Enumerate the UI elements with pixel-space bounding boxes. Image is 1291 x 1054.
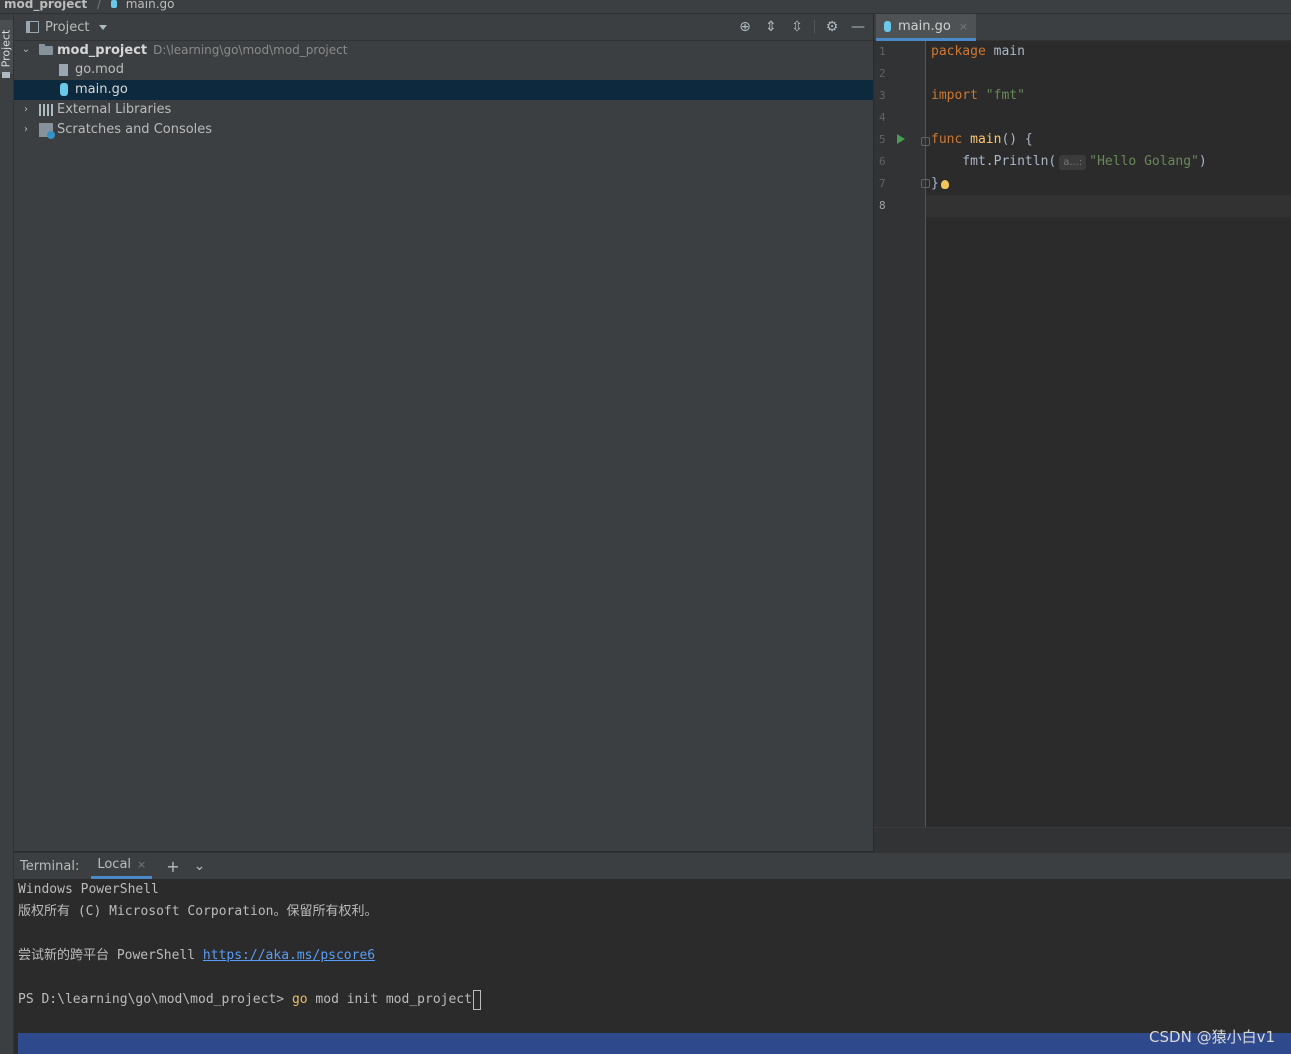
terminal-line: Windows PowerShell (18, 882, 159, 897)
lightbulb-icon[interactable] (941, 180, 949, 189)
line-number: 3 (879, 89, 886, 102)
breadcrumb-separator: / (97, 0, 102, 11)
tree-item-scratches[interactable]: › Scratches and Consoles (14, 120, 873, 140)
collapse-all-icon[interactable]: ⇳ (788, 18, 806, 36)
line-number: 5 (879, 133, 886, 146)
editor-footer (874, 827, 1291, 852)
parameter-hint: a...: (1059, 155, 1087, 170)
tree-item-mod-project[interactable]: ⌄ mod_project D:\learning\go\mod\mod_proj… (14, 40, 873, 60)
terminal-cursor (472, 989, 481, 1010)
terminal-title: Terminal: (20, 858, 80, 874)
expand-all-icon[interactable]: ⇕ (762, 18, 780, 36)
left-tool-strip: Project (0, 14, 14, 1054)
project-panel-title: Project (45, 19, 90, 35)
terminal-line: 尝试新的跨平台 PowerShell https://aka.ms/pscore… (18, 948, 376, 963)
folder-icon (39, 44, 53, 55)
code-line-7: } (931, 176, 939, 191)
tree-item-label: Scratches and Consoles (57, 122, 213, 137)
line-number: 2 (879, 67, 886, 80)
line-number: 4 (879, 111, 886, 124)
project-panel-header: Project ⊕ ⇕ ⇳ ⚙ — (14, 14, 873, 41)
tree-item-go-mod[interactable]: go.mod (14, 60, 873, 80)
code-line-6: fmt.Println(a...: "Hello Golang") (931, 154, 1207, 170)
editor-gutter: 1 2 3 4 5 6 7 8 (874, 41, 930, 827)
code-editor[interactable]: 1 2 3 4 5 6 7 8 package main import "fmt… (874, 41, 1291, 827)
editor-tab-label: main.go (898, 18, 951, 34)
terminal-tab-label: Local (97, 857, 132, 872)
project-panel: Project ⊕ ⇕ ⇳ ⚙ — ⌄ mod_project D:\learni… (14, 14, 873, 851)
go-file-icon (884, 20, 891, 32)
fold-icon[interactable] (921, 137, 930, 146)
add-icon[interactable]: + (166, 857, 179, 876)
line-number: 1 (879, 45, 886, 58)
current-line-highlight (926, 195, 1291, 217)
chevron-right-icon[interactable]: › (20, 120, 32, 140)
line-number: 6 (879, 155, 886, 168)
library-icon (39, 104, 54, 116)
close-icon[interactable]: × (959, 20, 968, 33)
chevron-down-icon[interactable]: ⌄ (194, 858, 206, 874)
scratches-icon (39, 123, 55, 139)
terminal-output[interactable]: Windows PowerShell 版权所有 (C) Microsoft Co… (14, 879, 1291, 1054)
go-file-icon (110, 0, 117, 8)
toolbar-divider (814, 20, 815, 34)
tree-item-label: External Libraries (57, 102, 172, 117)
terminal-line: 版权所有 (C) Microsoft Corporation。保留所有权利。 (18, 904, 378, 919)
terminal-prompt-line: PS D:\learning\go\mod\mod_project> go mo… (18, 989, 481, 1011)
chevron-down-icon (99, 24, 108, 30)
editor-tab-main-go[interactable]: main.go × (876, 14, 977, 41)
tree-item-external-libraries[interactable]: › External Libraries (14, 100, 873, 120)
close-icon[interactable]: × (137, 858, 146, 871)
tree-item-label: go.mod (75, 62, 124, 77)
root-folder-name: mod_project (57, 43, 148, 58)
terminal-tab-local[interactable]: Local × (91, 853, 153, 879)
pscore-link[interactable]: https://aka.ms/pscore6 (203, 948, 375, 963)
locate-icon[interactable]: ⊕ (736, 18, 754, 36)
terminal-header: Terminal: Local × + ⌄ (14, 852, 1291, 880)
tree-item-main-go[interactable]: main.go (14, 80, 873, 100)
code-line-1: package main (931, 44, 1025, 59)
run-icon[interactable] (897, 134, 905, 144)
folder-icon (2, 72, 10, 78)
project-tool-tab[interactable]: Project (0, 20, 13, 78)
chevron-down-icon[interactable]: ⌄ (20, 40, 32, 60)
gear-icon[interactable]: ⚙ (823, 18, 841, 36)
fold-icon[interactable] (921, 179, 930, 188)
line-number: 8 (879, 199, 886, 212)
breadcrumb-project[interactable]: mod_project (4, 0, 87, 10)
tree-item-label: main.go (75, 82, 128, 97)
project-view-selector[interactable]: Project (26, 19, 108, 35)
navigation-bar: mod_project / main.go (0, 0, 1291, 14)
root-folder-path: D:\learning\go\mod\mod_project (153, 43, 348, 57)
project-view-icon (26, 21, 39, 33)
project-tool-tab-label: Project (0, 29, 13, 68)
chevron-right-icon[interactable]: › (20, 100, 32, 120)
status-bar (18, 1033, 1291, 1054)
code-line-5: func main() { (931, 132, 1033, 147)
file-icon (59, 64, 68, 76)
breadcrumb-file[interactable]: main.go (126, 0, 175, 10)
go-file-icon (60, 83, 68, 96)
watermark: CSDN @猿小白v1 (1149, 1028, 1275, 1046)
minimize-icon[interactable]: — (849, 18, 867, 36)
code-line-3: import "fmt" (931, 88, 1025, 103)
editor-tab-bar: main.go × (874, 14, 1291, 41)
line-number: 7 (879, 177, 886, 190)
